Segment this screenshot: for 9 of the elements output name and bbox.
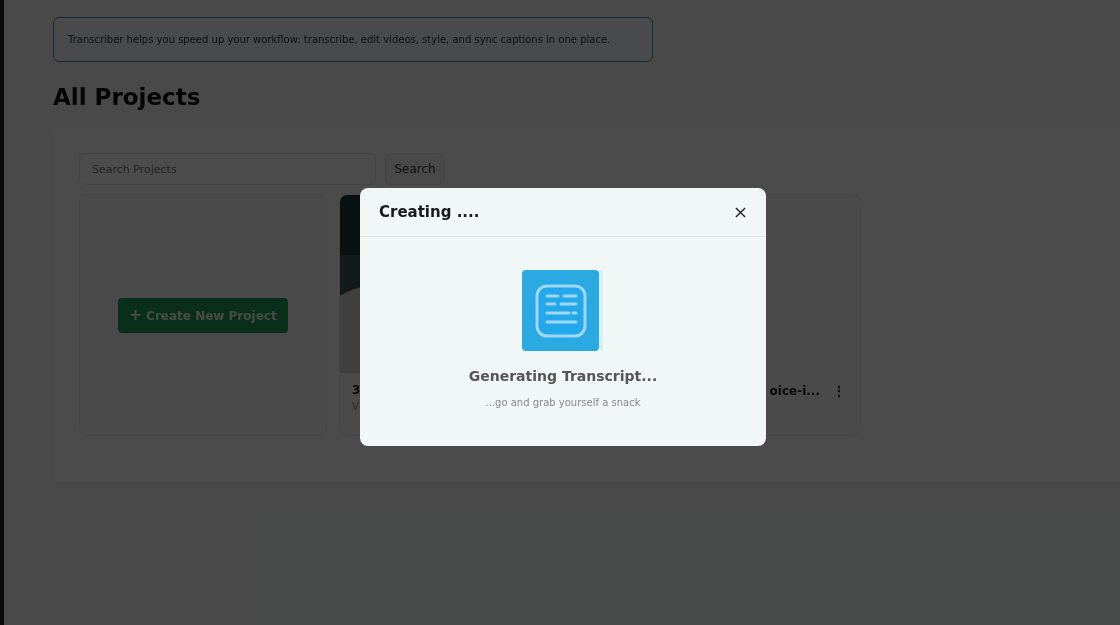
close-icon[interactable] — [735, 206, 746, 218]
project-title: 3 — [352, 383, 361, 397]
document-icon — [522, 270, 604, 352]
modal-title: Creating .... — [379, 203, 480, 221]
page-heading: All Projects — [53, 84, 202, 110]
project-title: oice-i... — [769, 384, 820, 398]
more-menu-button[interactable]: ⋮ — [830, 383, 848, 399]
hint-text: ...go and grab yourself a snack — [485, 397, 641, 408]
status-text: Generating Transcript... — [468, 368, 658, 384]
